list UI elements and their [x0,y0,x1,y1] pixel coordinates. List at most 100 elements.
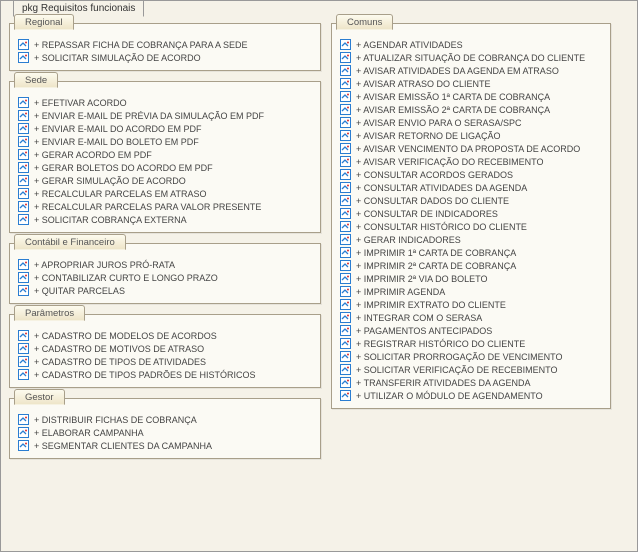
list-item: + RECALCULAR PARCELAS EM ATRASO [18,187,312,200]
requirement-icon [340,117,351,128]
list-item-label: + REPASSAR FICHA DE COBRANÇA PARA A SEDE [34,40,248,50]
list-item: + AVISAR EMISSÃO 1ª CARTA DE COBRANÇA [340,90,602,103]
list-item: + CADASTRO DE MOTIVOS DE ATRASO [18,342,312,355]
requirement-icon [340,195,351,206]
requirement-icon [340,156,351,167]
requirement-icon [340,130,351,141]
requirement-icon [18,97,29,108]
list-item: + REGISTRAR HISTÓRICO DO CLIENTE [340,337,602,350]
list-item-label: + AVISAR VENCIMENTO DA PROPOSTA DE ACORD… [356,144,580,154]
list-item-label: + SOLICITAR COBRANÇA EXTERNA [34,215,187,225]
list-item: + AVISAR VENCIMENTO DA PROPOSTA DE ACORD… [340,142,602,155]
group-items: + APROPRIAR JUROS PRÓ-RATA + CONTABILIZAR… [18,258,312,297]
requirement-icon [18,175,29,186]
requirement-icon [18,162,29,173]
list-item-label: + IMPRIMIR AGENDA [356,287,445,297]
list-item-label: + ENVIAR E-MAIL DE PRÉVIA DA SIMULAÇÃO E… [34,111,264,121]
requirement-icon [18,369,29,380]
list-item-label: + GERAR INDICADORES [356,235,461,245]
requirement-icon [340,52,351,63]
group-items: + REPASSAR FICHA DE COBRANÇA PARA A SEDE… [18,38,312,64]
requirement-icon [340,273,351,284]
list-item-label: + TRANSFERIR ATIVIDADES DA AGENDA [356,378,530,388]
list-item: + CONSULTAR ACORDOS GERADOS [340,168,602,181]
list-item: + CONSULTAR DE INDICADORES [340,207,602,220]
list-item-label: + CADASTRO DE MODELOS DE ACORDOS [34,331,217,341]
list-item-label: + SOLICITAR SIMULAÇÃO DE ACORDO [34,53,201,63]
group-items: + EFETIVAR ACORDO + ENVIAR E-MAIL DE PRÉV… [18,96,312,226]
list-item-label: + AVISAR ENVIO PARA O SERASA/SPC [356,118,521,128]
requirement-icon [18,110,29,121]
requirement-icon [18,39,29,50]
group-contabil-financeiro: Contábil e Financeiro + APROPRIAR JUROS … [9,243,321,304]
requirement-icon [18,259,29,270]
requirement-icon [340,286,351,297]
requirement-icon [340,234,351,245]
list-item: + CADASTRO DE TIPOS PADRÕES DE HISTÓRICO… [18,368,312,381]
list-item-label: + ATUALIZAR SITUAÇÃO DE COBRANÇA DO CLIE… [356,53,585,63]
list-item-label: + UTILIZAR O MÓDULO DE AGENDAMENTO [356,391,543,401]
list-item-label: + APROPRIAR JUROS PRÓ-RATA [34,260,175,270]
list-item-label: + IMPRIMIR 2ª VIA DO BOLETO [356,274,487,284]
list-item: + PAGAMENTOS ANTECIPADOS [340,324,602,337]
list-item: + CONTABILIZAR CURTO E LONGO PRAZO [18,271,312,284]
list-item: + RECALCULAR PARCELAS PARA VALOR PRESENT… [18,200,312,213]
requirement-icon [340,78,351,89]
list-item-label: + CADASTRO DE MOTIVOS DE ATRASO [34,344,204,354]
list-item-label: + AVISAR EMISSÃO 2ª CARTA DE COBRANÇA [356,105,550,115]
list-item-label: + CONSULTAR DADOS DO CLIENTE [356,196,509,206]
list-item-label: + GERAR BOLETOS DO ACORDO EM PDF [34,163,213,173]
group-gestor: Gestor + DISTRIBUIR FICHAS DE COBRANÇA+ … [9,398,321,459]
requirement-icon [18,427,29,438]
list-item-label: + ENVIAR E-MAIL DO ACORDO EM PDF [34,124,201,134]
requirement-icon [340,91,351,102]
requirement-icon [18,414,29,425]
group-title: Regional [14,14,74,30]
list-item-label: + SOLICITAR PRORROGAÇÃO DE VENCIMENTO [356,352,562,362]
list-item-label: + CADASTRO DE TIPOS PADRÕES DE HISTÓRICO… [34,370,255,380]
list-item: + CADASTRO DE MODELOS DE ACORDOS [18,329,312,342]
list-item: + AVISAR EMISSÃO 2ª CARTA DE COBRANÇA [340,103,602,116]
list-item: + IMPRIMIR AGENDA [340,285,602,298]
list-item-label: + IMPRIMIR EXTRATO DO CLIENTE [356,300,506,310]
group-parametros: Parâmetros + CADASTRO DE MODELOS DE ACOR… [9,314,321,388]
list-item: + CADASTRO DE TIPOS DE ATIVIDADES [18,355,312,368]
requirement-icon [340,351,351,362]
list-item-label: + AVISAR ATRASO DO CLIENTE [356,79,490,89]
list-item-label: + PAGAMENTOS ANTECIPADOS [356,326,492,336]
list-item: + AVISAR ATIVIDADES DA AGENDA EM ATRASO [340,64,602,77]
list-item-label: + RECALCULAR PARCELAS PARA VALOR PRESENT… [34,202,261,212]
left-column: Regional + REPASSAR FICHA DE COBRANÇA PA… [9,23,321,459]
list-item: + ELABORAR CAMPANHA [18,426,312,439]
requirement-icon [340,104,351,115]
requirement-icon [340,364,351,375]
list-item: + AVISAR ATRASO DO CLIENTE [340,77,602,90]
list-item-label: + CONTABILIZAR CURTO E LONGO PRAZO [34,273,218,283]
list-item: + AVISAR VERIFICAÇÃO DO RECEBIMENTO [340,155,602,168]
list-item: + SOLICITAR SIMULAÇÃO DE ACORDO [18,51,312,64]
list-item-label: + EFETIVAR ACORDO [34,98,127,108]
requirement-icon [18,52,29,63]
list-item-label: + IMPRIMIR 2ª CARTA DE COBRANÇA [356,261,516,271]
list-item: + IMPRIMIR 2ª VIA DO BOLETO [340,272,602,285]
list-item-label: + QUITAR PARCELAS [34,286,125,296]
group-regional: Regional + REPASSAR FICHA DE COBRANÇA PA… [9,23,321,71]
list-item-label: + GERAR ACORDO EM PDF [34,150,152,160]
list-item: + CONSULTAR HISTÓRICO DO CLIENTE [340,220,602,233]
requirement-icon [18,285,29,296]
list-item-label: + CONSULTAR ACORDOS GERADOS [356,170,513,180]
requirement-icon [340,169,351,180]
requirement-icon [18,123,29,134]
list-item: + SOLICITAR COBRANÇA EXTERNA [18,213,312,226]
list-item: + CONSULTAR ATIVIDADES DA AGENDA [340,181,602,194]
requirement-icon [18,214,29,225]
list-item: + QUITAR PARCELAS [18,284,312,297]
group-sede: Sede + EFETIVAR ACORDO+ ENVIAR E-MAIL DE… [9,81,321,233]
group-title: Gestor [14,389,65,405]
requirement-icon [18,440,29,451]
requirement-icon [340,338,351,349]
list-item-label: + ELABORAR CAMPANHA [34,428,144,438]
list-item: + AGENDAR ATIVIDADES [340,38,602,51]
list-item: + TRANSFERIR ATIVIDADES DA AGENDA [340,376,602,389]
right-column: Comuns + AGENDAR ATIVIDADES+ ATUALIZAR S… [331,23,611,459]
